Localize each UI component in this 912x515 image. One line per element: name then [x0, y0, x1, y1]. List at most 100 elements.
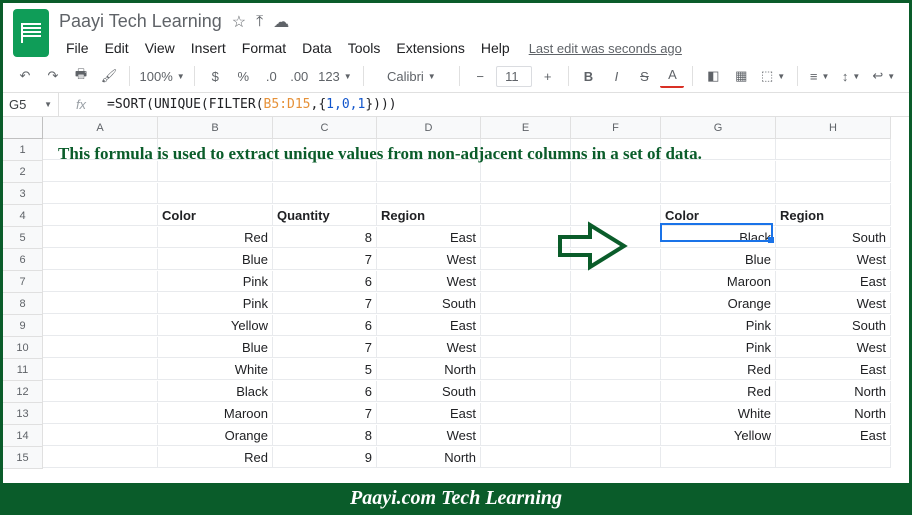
cell[interactable] — [377, 183, 481, 204]
menu-view[interactable]: View — [138, 36, 182, 60]
decrease-decimal-button[interactable]: .0 — [259, 64, 283, 88]
cell[interactable]: Maroon — [158, 403, 273, 424]
cell[interactable]: Region — [377, 205, 481, 226]
cell[interactable] — [43, 425, 158, 446]
row-header-9[interactable]: 9 — [3, 315, 43, 337]
cell[interactable]: Yellow — [661, 425, 776, 446]
cell[interactable]: 6 — [273, 271, 377, 292]
italic-button[interactable]: I — [604, 64, 628, 88]
col-header-G[interactable]: G — [661, 117, 776, 139]
text-color-button[interactable]: A — [660, 64, 684, 88]
cell[interactable]: Region — [776, 205, 891, 226]
undo-icon[interactable]: ↶ — [13, 64, 37, 88]
row-header-13[interactable]: 13 — [3, 403, 43, 425]
cell[interactable]: Color — [661, 205, 776, 226]
cell[interactable] — [661, 183, 776, 204]
row-header-6[interactable]: 6 — [3, 249, 43, 271]
cell[interactable]: Pink — [661, 337, 776, 358]
cell[interactable] — [481, 381, 571, 402]
currency-button[interactable]: $ — [203, 64, 227, 88]
cell[interactable]: Blue — [661, 249, 776, 270]
cell[interactable]: Blue — [158, 337, 273, 358]
cell[interactable]: 7 — [273, 249, 377, 270]
row-header-11[interactable]: 11 — [3, 359, 43, 381]
cell[interactable] — [776, 161, 891, 182]
cell[interactable] — [571, 161, 661, 182]
cell[interactable] — [43, 161, 158, 182]
number-format-dropdown[interactable]: 123▼ — [315, 64, 354, 88]
last-edit-link[interactable]: Last edit was seconds ago — [529, 41, 682, 56]
cell[interactable]: 7 — [273, 403, 377, 424]
cell[interactable]: West — [377, 271, 481, 292]
cell[interactable] — [377, 139, 481, 160]
cell[interactable]: Black — [661, 227, 776, 248]
col-header-A[interactable]: A — [43, 117, 158, 139]
cell[interactable] — [43, 249, 158, 270]
cell[interactable]: Orange — [661, 293, 776, 314]
cell[interactable] — [481, 139, 571, 160]
row-header-12[interactable]: 12 — [3, 381, 43, 403]
cell[interactable] — [43, 139, 158, 160]
cell[interactable] — [661, 139, 776, 160]
row-header-1[interactable]: 1 — [3, 139, 43, 161]
cell[interactable]: 5 — [273, 359, 377, 380]
cell[interactable]: 6 — [273, 381, 377, 402]
cell[interactable] — [481, 227, 571, 248]
row-header-8[interactable]: 8 — [3, 293, 43, 315]
cell[interactable]: West — [377, 425, 481, 446]
cell[interactable]: Color — [158, 205, 273, 226]
cell[interactable]: South — [776, 315, 891, 336]
font-size-input[interactable]: 11 — [496, 66, 532, 87]
cell[interactable]: Quantity — [273, 205, 377, 226]
cell[interactable] — [481, 359, 571, 380]
cell[interactable] — [571, 249, 661, 270]
strike-button[interactable]: S — [632, 64, 656, 88]
h-align-icon[interactable]: ≡▼ — [806, 64, 834, 88]
cell[interactable]: East — [377, 227, 481, 248]
row-header-3[interactable]: 3 — [3, 183, 43, 205]
spreadsheet-grid[interactable]: This formula is used to extract unique v… — [3, 117, 909, 469]
cell[interactable]: Maroon — [661, 271, 776, 292]
cell[interactable] — [43, 315, 158, 336]
v-align-icon[interactable]: ↕▼ — [838, 64, 865, 88]
cell[interactable]: Orange — [158, 425, 273, 446]
menu-tools[interactable]: Tools — [341, 36, 388, 60]
row-header-14[interactable]: 14 — [3, 425, 43, 447]
cell[interactable]: Pink — [158, 271, 273, 292]
cell[interactable] — [776, 139, 891, 160]
cell[interactable] — [481, 447, 571, 468]
cell[interactable]: Red — [661, 381, 776, 402]
cell[interactable] — [776, 183, 891, 204]
doc-title[interactable]: Paayi Tech Learning — [59, 11, 222, 32]
cell[interactable] — [571, 183, 661, 204]
cell[interactable]: South — [776, 227, 891, 248]
cell[interactable]: Red — [158, 227, 273, 248]
cell[interactable]: Pink — [158, 293, 273, 314]
increase-decimal-button[interactable]: .00 — [287, 64, 311, 88]
paint-format-icon[interactable]: 🖌 — [97, 64, 121, 88]
cell[interactable] — [571, 447, 661, 468]
font-dropdown[interactable]: Calibri▼ — [371, 64, 451, 88]
cell[interactable]: South — [377, 293, 481, 314]
move-icon[interactable]: ⤒ — [256, 13, 263, 31]
cell[interactable]: East — [776, 425, 891, 446]
cell[interactable] — [571, 315, 661, 336]
cell[interactable]: 8 — [273, 227, 377, 248]
cell[interactable]: Yellow — [158, 315, 273, 336]
cell[interactable] — [273, 183, 377, 204]
cell[interactable]: West — [377, 249, 481, 270]
row-header-7[interactable]: 7 — [3, 271, 43, 293]
row-header-5[interactable]: 5 — [3, 227, 43, 249]
menu-edit[interactable]: Edit — [98, 36, 136, 60]
cell[interactable] — [571, 139, 661, 160]
cell[interactable] — [377, 161, 481, 182]
cell[interactable] — [43, 293, 158, 314]
row-header-4[interactable]: 4 — [3, 205, 43, 227]
cell[interactable]: 6 — [273, 315, 377, 336]
cell[interactable]: Blue — [158, 249, 273, 270]
cell[interactable] — [661, 447, 776, 468]
star-icon[interactable]: ☆ — [232, 12, 246, 32]
cell[interactable]: 7 — [273, 293, 377, 314]
cell[interactable]: East — [377, 315, 481, 336]
menu-file[interactable]: File — [59, 36, 96, 60]
